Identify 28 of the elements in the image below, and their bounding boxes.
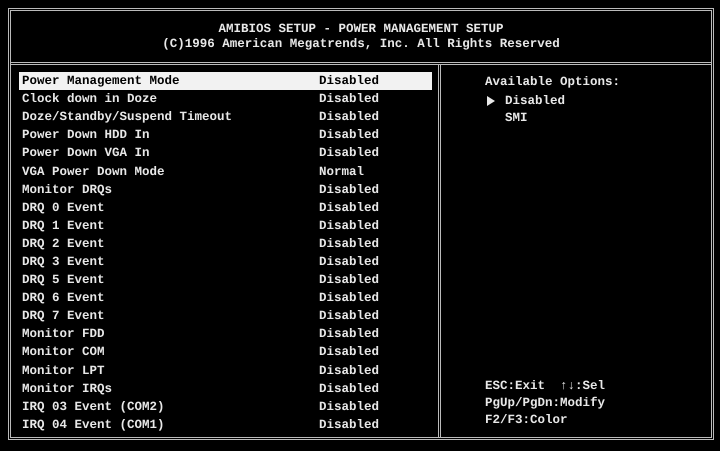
setting-row[interactable]: DRQ 6 Event Disabled — [19, 289, 432, 308]
setting-row[interactable]: DRQ 1 Event Disabled — [19, 216, 432, 235]
options-title: Available Options: — [485, 75, 622, 89]
setting-row[interactable]: DRQ 7 Event Disabled — [19, 307, 432, 326]
setting-row[interactable]: Power Down VGA In Disabled — [19, 144, 432, 162]
setting-row[interactable]: DRQ 2 Event Disabled — [19, 234, 432, 253]
setting-row[interactable]: DRQ 3 Event Disabled — [19, 252, 432, 272]
setting-row[interactable]: Power Management Mode Disabled — [19, 72, 432, 90]
setting-row[interactable]: IRQ 04 Event (COM1) Disabled — [19, 416, 432, 434]
setting-row[interactable]: DRQ 0 Event Disabled — [19, 198, 432, 217]
key-help-text: PgUp/PgDn:Modify — [485, 395, 606, 412]
setting-row[interactable]: Monitor FDD Disabled — [19, 325, 432, 344]
setup-title: AMIBIOS SETUP - POWER MANAGEMENT SETUP — [218, 22, 504, 36]
setting-row[interactable]: Monitor IRQs Disabled — [19, 380, 432, 398]
copyright-text: (C)1996 American Megatrends, Inc. All Rights Reserved — [162, 37, 560, 51]
setting-row[interactable]: IRQ 03 Event (COM2) Disabled — [19, 398, 432, 416]
setting-row[interactable]: Monitor DRQs Disabled — [19, 180, 432, 199]
key-help-text: ESC:Exit ↑↓:Sel — [485, 378, 606, 395]
setting-row[interactable]: VGA Power Down Mode Normal — [19, 162, 432, 181]
option-item[interactable]: Disabled — [485, 92, 711, 109]
option-item[interactable]: SMI — [485, 109, 711, 126]
setting-row[interactable]: Power Down HDD In Disabled — [19, 126, 432, 144]
setting-row[interactable]: Clock down in Doze Disabled — [19, 90, 432, 108]
setting-row[interactable]: Doze/Standby/Suspend Timeout Disabled — [19, 108, 432, 126]
setting-row[interactable]: Monitor COM Disabled — [19, 343, 432, 362]
setting-row[interactable]: DRQ 5 Event Disabled — [19, 271, 432, 290]
key-help-text: F2/F3:Color — [485, 412, 569, 429]
setting-row[interactable]: Monitor LPT Disabled — [19, 362, 432, 380]
